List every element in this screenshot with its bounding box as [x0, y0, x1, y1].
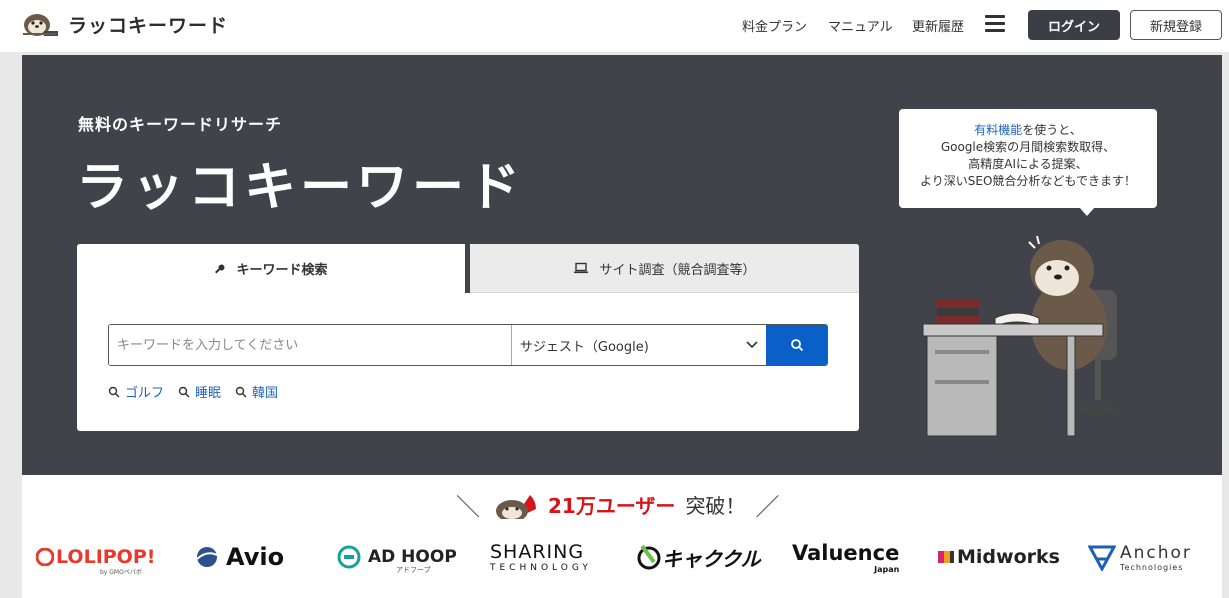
search-icon	[178, 386, 190, 397]
suggestion-link[interactable]: 韓国	[235, 382, 278, 401]
keyword-input[interactable]	[109, 325, 512, 365]
bubble-line-1: 有料機能を使うと、	[899, 122, 1157, 139]
social-proof-section: ＼ 21万ユーザー 突破！ ／ LOLIPOP! by GMOペパボ Avio …	[22, 475, 1222, 598]
suggestion-list: ゴルフ 睡眠 韓国	[108, 382, 278, 401]
hero-title: ラッコキーワード	[76, 158, 525, 218]
anchor-sub: Technologies	[1120, 562, 1184, 572]
bubble-line-3: 高精度AIによる提案、	[968, 157, 1088, 171]
midworks-text: Midworks	[957, 546, 1060, 568]
kyakukuru-text: キャククル	[662, 546, 761, 571]
search-bar: サジェスト（Google)	[108, 324, 828, 366]
adhoop-sub: アドフープ	[396, 566, 431, 574]
otter-logo-icon	[23, 14, 58, 36]
paid-features-link[interactable]: 有料機能	[974, 123, 1022, 137]
logo-lolipop: LOLIPOP! by GMOペパボ	[36, 537, 155, 577]
logo-valuence: Valuence Japan	[792, 537, 899, 577]
bubble-line-2: Google検索の月間検索数取得、	[940, 140, 1116, 154]
adhoop-mark-icon	[337, 545, 361, 569]
chevron-down-icon	[746, 341, 758, 349]
otter-at-desk-illustration	[922, 235, 1119, 437]
anchor-mark-icon	[1088, 545, 1116, 571]
lolipop-mark-icon	[36, 548, 54, 566]
avio-mark-icon	[196, 547, 218, 567]
valuence-sub: Japan	[874, 564, 900, 574]
bubble-line-4: より深いSEO競合分析などもできます！	[920, 174, 1136, 188]
logo-avio: Avio	[192, 537, 284, 577]
site-header: ラッコキーワード 料金プラン マニュアル 更新履歴 ログイン 新規登録	[0, 0, 1229, 52]
nav-changelog[interactable]: 更新履歴	[912, 16, 964, 35]
suggestion-link[interactable]: ゴルフ	[108, 382, 164, 401]
kyakukuru-mark-icon	[637, 544, 661, 570]
suggestion-label: ゴルフ	[125, 386, 165, 401]
logo-text: ラッコキーワード	[68, 14, 229, 37]
tab-keyword-label: キーワード検索	[236, 263, 328, 278]
laptop-icon	[574, 262, 589, 274]
nav-pricing[interactable]: 料金プラン	[742, 16, 807, 35]
site-logo[interactable]: ラッコキーワード	[20, 9, 228, 39]
user-count-banner: ＼ 21万ユーザー 突破！ ／	[456, 487, 779, 522]
valuence-text: Valuence	[792, 540, 900, 565]
search-icon	[790, 339, 803, 352]
suggestion-link[interactable]: 睡眠	[178, 382, 221, 401]
bubble-line-1-rest: を使うと、	[1022, 123, 1082, 137]
speech-bubble: 有料機能を使うと、 Google検索の月間検索数取得、 高精度AIによる提案、 …	[899, 109, 1157, 208]
logo-midworks: Midworks	[937, 537, 1060, 577]
client-logos: LOLIPOP! by GMOペパボ Avio AD HOOP アドフープ SH…	[22, 537, 1222, 577]
avio-text: Avio	[226, 543, 285, 571]
sharing-bottom: TECHNOLOGY	[490, 563, 592, 573]
logo-kyakukuru: キャククル	[636, 537, 761, 577]
sharing-top: SHARING	[490, 541, 585, 563]
source-select-value: サジェスト（Google)	[519, 339, 649, 355]
key-icon	[215, 264, 225, 273]
search-icon	[235, 386, 247, 397]
speech-bubble-tail	[1079, 207, 1095, 216]
source-select[interactable]: サジェスト（Google)	[511, 325, 767, 365]
lolipop-sub: by GMOペパボ	[100, 569, 142, 576]
hero-subtitle: 無料のキーワードリサーチ	[78, 115, 283, 134]
tab-site-label: サイト調査（競合調査等）	[599, 262, 756, 278]
user-count-suffix: 突破！	[685, 494, 746, 518]
logo-adhoop: AD HOOP アドフープ	[336, 537, 457, 577]
logo-sharing-technology: SHARING TECHNOLOGY	[490, 537, 592, 577]
user-count: 21万ユーザー	[548, 494, 676, 518]
logo-anchor: Anchor Technologies	[1088, 537, 1192, 577]
login-button[interactable]: ログイン	[1028, 10, 1120, 40]
lolipop-text: LOLIPOP!	[56, 546, 156, 568]
tab-keyword-search[interactable]: キーワード検索	[77, 244, 465, 293]
nav-manual[interactable]: マニュアル	[828, 16, 893, 35]
tab-site-research[interactable]: サイト調査（競合調査等）	[470, 244, 859, 293]
search-card: キーワード検索 サイト調査（競合調査等） サジェスト（Google)	[77, 244, 859, 431]
hamburger-menu-icon[interactable]	[985, 15, 1005, 33]
hero-section: 無料のキーワードリサーチ ラッコキーワード キーワード検索 サイト調査（競合調査…	[22, 55, 1222, 475]
signup-button[interactable]: 新規登録	[1130, 10, 1222, 40]
slash-right: ／	[755, 493, 780, 521]
search-button[interactable]	[766, 325, 827, 365]
slash-left: ＼	[456, 493, 480, 521]
midworks-mark-icon	[938, 551, 954, 563]
otter-fan-icon	[496, 494, 536, 519]
suggestion-label: 韓国	[252, 386, 279, 401]
adhoop-text: AD HOOP	[368, 547, 457, 567]
search-icon	[108, 386, 120, 397]
anchor-text: Anchor	[1120, 542, 1192, 563]
suggestion-label: 睡眠	[195, 386, 222, 401]
